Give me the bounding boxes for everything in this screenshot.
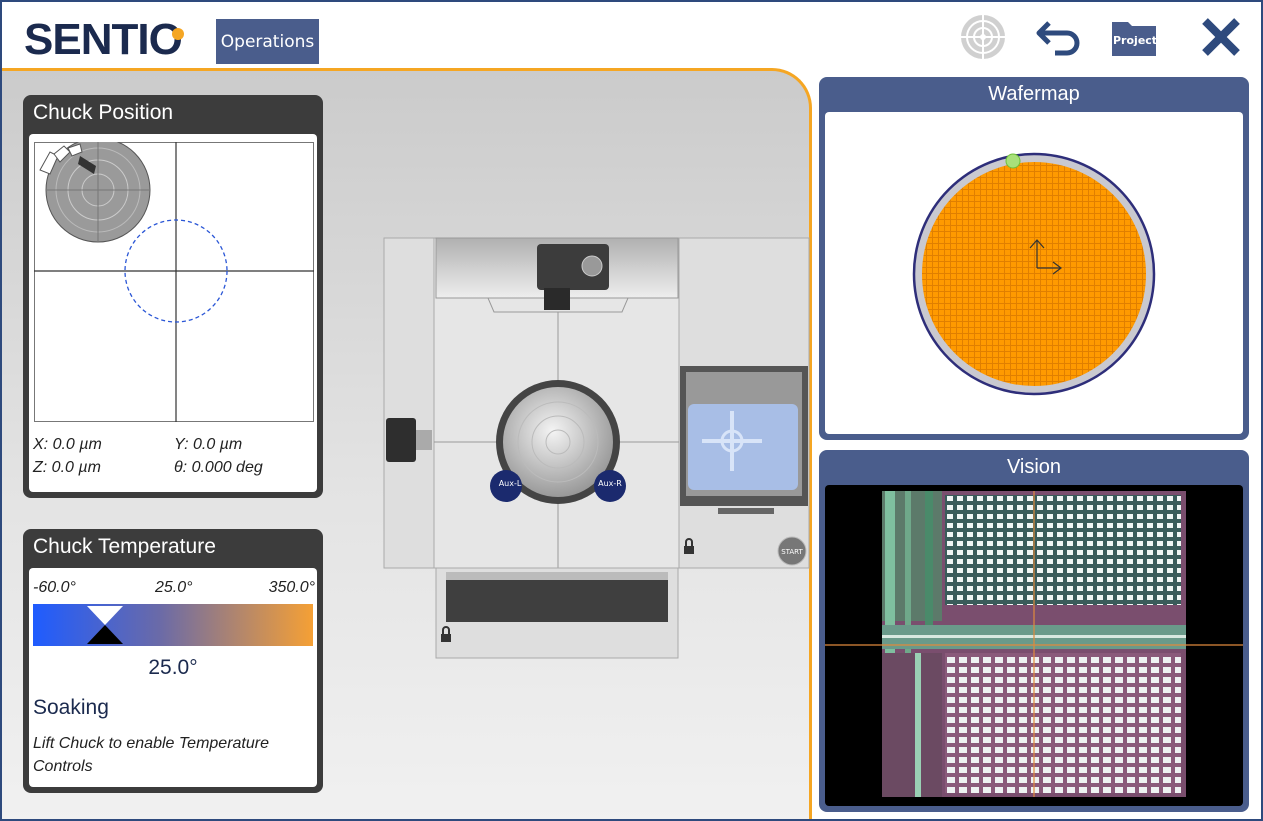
wafermap-panel: Wafermap — [819, 77, 1249, 440]
temp-hint-text: Lift Chuck to enable Temperature Control… — [33, 735, 269, 775]
temp-max-label: 350.0° — [268, 579, 315, 596]
chuck-position-title: Chuck Position — [33, 101, 174, 124]
chuck-temperature-panel: Chuck Temperature -60.0° 25.0° 350.0° 25… — [23, 529, 323, 793]
chuck-y-value: Y: 0.0 µm — [174, 436, 243, 453]
chuck-temperature-title: Chuck Temperature — [33, 535, 216, 558]
chuck-x-value: X: 0.0 µm — [33, 436, 102, 453]
temp-setpoint-label: 25.0° — [155, 579, 193, 596]
wafermap-canvas[interactable] — [825, 112, 1243, 434]
probe-station-diagram: START — [383, 237, 810, 659]
project-label: Project — [1113, 34, 1158, 47]
chuck-position-panel: Chuck Position X: 0.0 µm Y: 0.0 µm Z: 0.… — [23, 95, 323, 498]
vision-camera-view[interactable] — [825, 485, 1243, 806]
start-button[interactable] — [774, 541, 808, 575]
operations-button[interactable]: Operations — [216, 19, 319, 64]
logo-accent-dot — [172, 28, 184, 40]
lock-button-bottom[interactable] — [436, 623, 456, 647]
vision-panel: Vision — [819, 450, 1249, 812]
top-bar: SENTIO Operations Project — [2, 2, 1261, 68]
aux-right-label[interactable]: Aux-R — [594, 479, 626, 488]
aux-left-label[interactable]: Aux-L — [494, 479, 526, 488]
chuck-position-body: X: 0.0 µm Y: 0.0 µm Z: 0.0 µm θ: 0.000 d… — [29, 134, 317, 492]
temperature-slider[interactable] — [33, 604, 313, 646]
chuck-theta-value: θ: 0.000 deg — [174, 459, 263, 476]
close-icon[interactable] — [1196, 12, 1246, 62]
temp-current-value: 25.0° — [148, 656, 198, 679]
target-icon[interactable] — [958, 12, 1008, 62]
chuck-position-plot[interactable] — [34, 142, 316, 424]
aux-chuck-icon — [688, 404, 798, 490]
chuck-temperature-body: -60.0° 25.0° 350.0° 25.0° Soaking Lift C… — [29, 568, 317, 787]
vision-title: Vision — [1006, 456, 1062, 478]
undo-icon[interactable] — [1034, 12, 1084, 62]
main-area: Chuck Position X: 0.0 µm Y: 0.0 µm Z: 0.… — [2, 68, 812, 819]
wafermap-title: Wafermap — [988, 83, 1080, 105]
temp-min-label: -60.0° — [33, 579, 76, 596]
app-window: SENTIO Operations Project Chuck Position… — [0, 0, 1263, 821]
vision-image[interactable] — [825, 485, 1243, 806]
temperature-setpoint-marker[interactable] — [85, 604, 125, 646]
temp-status-text: Soaking — [33, 696, 109, 719]
wafermap-graphic[interactable] — [825, 112, 1243, 434]
project-button[interactable]: Project — [1108, 12, 1160, 62]
sentio-logo: SENTIO — [24, 15, 183, 64]
chuck-z-value: Z: 0.0 µm — [33, 459, 101, 476]
lock-button-right[interactable] — [680, 540, 700, 564]
